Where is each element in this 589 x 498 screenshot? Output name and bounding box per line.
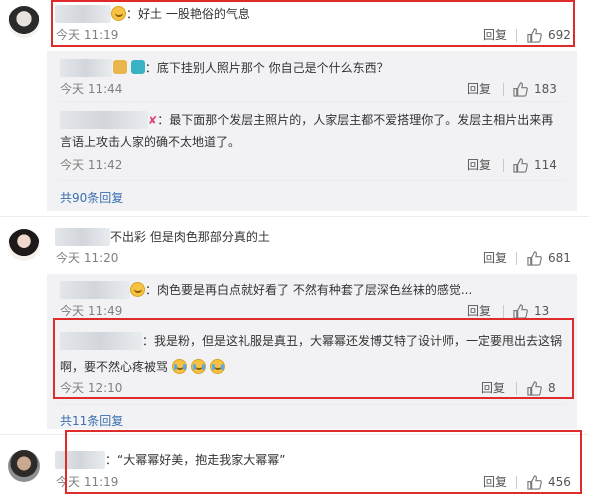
vip-badge-icon xyxy=(113,60,127,74)
avatar[interactable] xyxy=(8,450,40,482)
like-count: 681 xyxy=(548,251,571,265)
reply-text: ：底下挂别人照片那个 你自己是个什么东西？ xyxy=(113,59,389,77)
divider xyxy=(503,159,504,172)
emoji-icon xyxy=(130,282,145,297)
avatar[interactable] xyxy=(8,229,40,261)
highlight-box xyxy=(65,430,582,494)
reply-time: 今天 11:42 xyxy=(60,158,123,172)
username-blurred[interactable] xyxy=(60,111,148,129)
like-count: 13 xyxy=(534,304,550,318)
reply-button[interactable]: 回复 xyxy=(467,157,491,173)
divider xyxy=(0,216,589,217)
more-replies-link[interactable]: 共11条回复 xyxy=(60,413,123,429)
divider xyxy=(503,305,504,318)
highlight-box xyxy=(53,318,574,399)
like-count: 183 xyxy=(534,82,557,96)
username-blurred[interactable] xyxy=(55,228,110,246)
comment-text: 不出彩 但是肉色那部分真的土 xyxy=(110,230,270,244)
like-button[interactable]: 13 xyxy=(513,303,549,319)
reply-text-continued: 言语上攻击人家的确不太地道了。 xyxy=(60,135,241,149)
thumbs-up-icon xyxy=(513,157,528,173)
divider xyxy=(503,83,504,96)
more-replies-link[interactable]: 共90条回复 xyxy=(60,190,123,206)
reply-button[interactable]: 回复 xyxy=(467,303,491,319)
camera-badge-icon xyxy=(130,60,145,74)
username-blurred[interactable] xyxy=(60,281,130,299)
thumbs-up-icon xyxy=(513,303,528,319)
avatar[interactable] xyxy=(8,6,40,38)
reply-button[interactable]: 回复 xyxy=(483,250,507,266)
reply-text: ✘：最下面那个发层主照片的，人家层主都不爱搭理你了。发层主相片出来再 xyxy=(148,113,554,127)
divider xyxy=(58,404,566,405)
like-count: 114 xyxy=(534,158,557,172)
divider xyxy=(58,180,566,181)
thumbs-up-icon xyxy=(527,250,542,266)
reply-time: 今天 11:49 xyxy=(60,304,123,318)
pink-badge-icon: ✘ xyxy=(148,114,158,127)
comment-time: 今天 11:20 xyxy=(56,251,119,265)
like-button[interactable]: 183 xyxy=(513,81,557,97)
thumbs-up-icon xyxy=(513,81,528,97)
like-button[interactable]: 114 xyxy=(513,157,557,173)
like-button[interactable]: 681 xyxy=(527,250,571,266)
highlight-box xyxy=(51,0,575,47)
reply-time: 今天 11:44 xyxy=(60,82,123,96)
reply-text: ：肉色要是再白点就好看了 不然有种套了层深色丝袜的感觉... xyxy=(130,281,472,299)
reply-button[interactable]: 回复 xyxy=(467,81,491,97)
username-blurred[interactable] xyxy=(60,59,112,77)
divider xyxy=(58,101,566,102)
divider xyxy=(516,252,517,265)
